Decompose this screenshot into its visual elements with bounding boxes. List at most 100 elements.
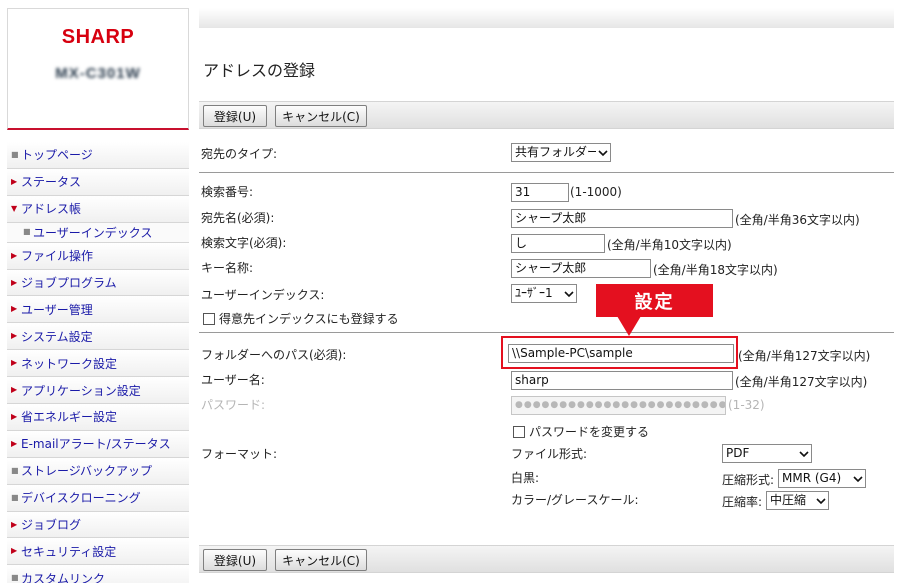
search-number-input[interactable]: 31: [511, 183, 569, 202]
arrow-right-icon: ▶: [11, 358, 18, 368]
nav-item-energy-save[interactable]: ▶ 省エネルギー設定: [7, 404, 189, 431]
arrow-right-icon: ▶: [11, 546, 18, 556]
nav-item-status[interactable]: ▶ ステータス: [7, 168, 189, 196]
address-name-input[interactable]: シャープ太郎: [511, 209, 733, 228]
nav-item-label: ステータス: [21, 175, 82, 190]
nav-item-label: アプリケーション設定: [21, 383, 141, 398]
compression-mode-select[interactable]: MMR (G4): [778, 469, 866, 488]
color-label: カラー/グレースケール:: [511, 493, 639, 507]
square-bullet-icon: ■: [11, 149, 19, 159]
nav-item-address-book[interactable]: ▼ アドレス帳: [7, 195, 189, 223]
address-name-label: 宛先名(必須):: [201, 211, 275, 225]
file-format-label: ファイル形式:: [511, 447, 588, 461]
model-name: MX-C301W: [55, 65, 141, 82]
nav-item-custom-link[interactable]: ■ カスタムリンク: [7, 565, 189, 583]
chevron-down-icon: [598, 149, 608, 156]
arrow-right-icon: ▶: [11, 519, 18, 529]
file-format-select[interactable]: PDF: [722, 444, 812, 463]
cancel-button[interactable]: キャンセル(C): [275, 105, 367, 127]
cancel-button[interactable]: キャンセル(C): [275, 549, 367, 571]
destination-type-label: 宛先のタイプ:: [201, 147, 278, 161]
chevron-down-icon: [816, 497, 826, 504]
arrow-right-icon: ▶: [11, 438, 18, 448]
compression-ratio-select[interactable]: 中圧縮: [766, 491, 829, 510]
compression-mode-label: 圧縮形式:: [722, 473, 775, 487]
callout-label: 設定: [596, 284, 713, 317]
search-string-hint: (全角/半角10文字以内): [607, 238, 732, 252]
nav-item-email-alert[interactable]: ▶ E-mailアラート/ステータス: [7, 430, 189, 458]
nav-item-storage-backup[interactable]: ■ ストレージバックアップ: [7, 457, 189, 485]
arrow-right-icon: ▶: [11, 304, 18, 314]
mono-label: 白黒:: [511, 471, 540, 485]
nav-item-label: アドレス帳: [21, 202, 82, 217]
address-name-hint: (全角/半角36文字以内): [735, 213, 860, 227]
user-index-label: ユーザーインデックス:: [201, 288, 325, 302]
format-label: フォーマット:: [201, 447, 278, 461]
arrow-right-icon: ▶: [11, 411, 18, 421]
nav-item-label: カスタムリンク: [21, 571, 106, 583]
toolbar-bottom: 登録(U) キャンセル(C): [199, 545, 894, 573]
user-name-hint: (全角/半角127文字以内): [735, 375, 868, 389]
arrow-down-icon: ▼: [11, 203, 18, 213]
file-format-value: PDF: [726, 446, 750, 460]
search-number-hint: (1-1000): [570, 185, 622, 199]
password-hint: (1-32): [728, 398, 765, 412]
nav-item-file-operation[interactable]: ▶ ファイル操作: [7, 242, 189, 270]
search-string-input[interactable]: し: [511, 234, 605, 253]
nav-item-security-settings[interactable]: ▶ セキュリティ設定: [7, 538, 189, 566]
nav-item-user-management[interactable]: ▶ ユーザー管理: [7, 296, 189, 324]
register-button[interactable]: 登録(U): [203, 105, 267, 127]
compression-mode-value: MMR (G4): [782, 471, 842, 485]
left-nav: ■ トップページ ▶ ステータス ▼ アドレス帳 ■ ユーザーインデックス ▶ …: [7, 142, 189, 583]
nav-item-label: システム設定: [21, 329, 93, 344]
arrow-right-icon: ▶: [11, 385, 18, 395]
nav-item-label: トップページ: [21, 148, 93, 163]
nav-item-label: デバイスクローニング: [21, 491, 141, 506]
change-password-row: パスワードを変更する: [513, 423, 649, 440]
folder-path-hint: (全角/半角127文字以内): [738, 349, 871, 363]
toolbar-top: 登録(U) キャンセル(C): [199, 101, 894, 129]
search-number-label: 検索番号:: [201, 185, 254, 199]
chevron-down-icon: [564, 290, 574, 297]
nav-item-label: ジョブログ: [21, 518, 82, 533]
nav-item-label: ネットワーク設定: [21, 356, 118, 371]
sharp-logo: SHARP: [61, 26, 135, 48]
user-index-select[interactable]: ﾕｰｻﾞｰ1: [511, 284, 577, 303]
change-password-checkbox[interactable]: [513, 425, 525, 438]
header-bar: [199, 8, 894, 28]
arrow-right-icon: ▶: [11, 176, 18, 186]
frequent-index-label: 得意先インデックスにも登録する: [219, 312, 399, 326]
square-bullet-icon: ■: [23, 227, 31, 237]
key-name-hint: (全角/半角18文字以内): [653, 263, 778, 277]
nav-item-job-log[interactable]: ▶ ジョブログ: [7, 511, 189, 539]
chevron-down-icon: [853, 475, 863, 482]
user-name-input[interactable]: sharp: [511, 371, 733, 390]
section-divider: [199, 332, 894, 333]
user-name-label: ユーザー名:: [201, 373, 265, 387]
arrow-right-icon: ▶: [11, 277, 18, 287]
arrow-right-icon: ▶: [11, 250, 18, 260]
destination-type-select[interactable]: 共有フォルダー: [511, 143, 611, 162]
user-index-value: ﾕｰｻﾞｰ1: [515, 286, 553, 300]
highlight-box: [501, 336, 738, 369]
nav-item-system-settings[interactable]: ▶ システム設定: [7, 323, 189, 351]
nav-item-application-settings[interactable]: ▶ アプリケーション設定: [7, 377, 189, 405]
nav-item-label: ユーザー管理: [21, 302, 93, 317]
nav-item-network-settings[interactable]: ▶ ネットワーク設定: [7, 350, 189, 378]
nav-item-job-program[interactable]: ▶ ジョブプログラム: [7, 269, 189, 297]
key-name-label: キー名称:: [201, 261, 254, 275]
nav-item-top-page[interactable]: ■ トップページ: [7, 142, 189, 169]
nav-item-label: ジョブプログラム: [21, 276, 117, 290]
logo-panel: SHARP MX-C301W: [7, 8, 189, 130]
nav-item-label: ストレージバックアップ: [21, 464, 153, 479]
nav-item-user-index[interactable]: ■ ユーザーインデックス: [7, 222, 189, 243]
folder-path-label: フォルダーへのパス(必須):: [201, 348, 347, 362]
chevron-down-icon: [799, 450, 809, 457]
key-name-input[interactable]: シャープ太郎: [511, 259, 651, 278]
register-button[interactable]: 登録(U): [203, 549, 267, 571]
compression-ratio-label: 圧縮率:: [722, 495, 763, 509]
square-bullet-icon: ■: [11, 492, 19, 502]
frequent-index-checkbox[interactable]: [203, 312, 215, 325]
square-bullet-icon: ■: [11, 465, 19, 475]
nav-item-device-cloning[interactable]: ■ デバイスクローニング: [7, 484, 189, 512]
